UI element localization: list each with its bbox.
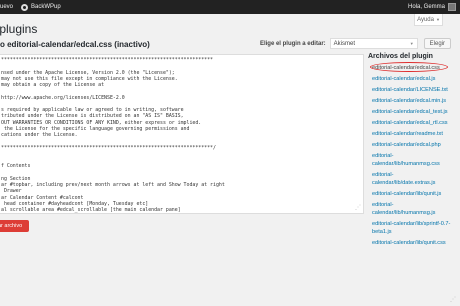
file-item[interactable]: editorial-calendar/lib/qunit.css — [368, 238, 454, 249]
file-heading: o editorial-calendar/edcal.css (inactivo… — [0, 40, 150, 49]
file-item[interactable]: editorial-calendar/edcal.php — [368, 140, 454, 151]
greeting-text: Hola, Gemma — [407, 4, 445, 10]
plugin-select-label: Elige el plugin a editar: — [259, 40, 326, 47]
file-item[interactable]: editorial-calendar/lib/sprintf-0.7-beta1… — [368, 219, 454, 238]
file-item[interactable]: editorial-calendar/lib/humanmsg.js — [368, 200, 454, 219]
file-item[interactable]: editorial-calendar/edcal.min.js — [368, 96, 454, 107]
plugin-files-sidebar: Archivos del plugin editorial-calendar/e… — [368, 53, 454, 249]
resize-grip-icon[interactable]: ⋰ — [355, 204, 361, 211]
file-item[interactable]: editorial-calendar/lib/humanmsg.css — [368, 151, 454, 170]
editor-content[interactable]: ****************************************… — [0, 55, 363, 213]
file-item[interactable]: editorial-calendar/LICENSE.txt — [368, 85, 454, 96]
plugin-select[interactable]: Akismet ▼ — [329, 38, 418, 49]
plugin-selector: Elige el plugin a editar: Akismet ▼ Eleg… — [260, 38, 451, 49]
file-item[interactable]: editorial-calendar/readme.txt — [368, 129, 454, 140]
plugin-select-value: Akismet — [333, 40, 355, 47]
backwpup-icon — [21, 3, 29, 11]
admin-bar: uevo BackWPup Hola, Gemma — [0, 0, 460, 14]
chevron-down-icon: ▼ — [435, 17, 440, 22]
admin-bar-left: uevo BackWPup — [0, 0, 69, 14]
choose-plugin-button[interactable]: Elegir — [423, 38, 451, 49]
file-status: (inactivo) — [114, 40, 150, 49]
backwpup-label: BackWPup — [31, 4, 61, 10]
help-label: Ayuda — [417, 16, 434, 23]
file-item[interactable]: editorial-calendar/edcal_rtl.css — [368, 118, 454, 129]
sidebar-resize-icon[interactable]: ⋰ — [450, 296, 456, 303]
plugin-file-list: editorial-calendar/edcal.css editorial-c… — [368, 62, 454, 249]
avatar — [448, 3, 456, 11]
my-account-menu[interactable]: Hola, Gemma — [408, 0, 456, 14]
file-item[interactable]: editorial-calendar/edcal_test.js — [368, 107, 454, 118]
new-content-label: uevo — [0, 4, 14, 10]
new-content-menu[interactable]: uevo — [0, 4, 13, 10]
file-name: o editorial-calendar/edcal.css — [0, 40, 113, 49]
help-tab-button[interactable]: Ayuda ▼ — [414, 14, 443, 26]
backwpup-menu[interactable]: BackWPup — [21, 3, 61, 11]
page-title: r plugins — [0, 22, 38, 36]
highlight-circle — [370, 62, 448, 72]
plugin-files-title: Archivos del plugin — [368, 53, 433, 60]
file-item[interactable]: editorial-calendar/lib/qunit.js — [368, 189, 454, 200]
file-item-current[interactable]: editorial-calendar/edcal.css — [368, 62, 454, 74]
code-editor[interactable]: ****************************************… — [0, 54, 364, 214]
chevron-down-icon: ▼ — [409, 41, 414, 46]
file-item[interactable]: editorial-calendar/lib/date.extras.js — [368, 170, 454, 189]
update-file-button[interactable]: ar archivo — [0, 220, 29, 232]
file-item[interactable]: editorial-calendar/edcal.js — [368, 74, 454, 85]
